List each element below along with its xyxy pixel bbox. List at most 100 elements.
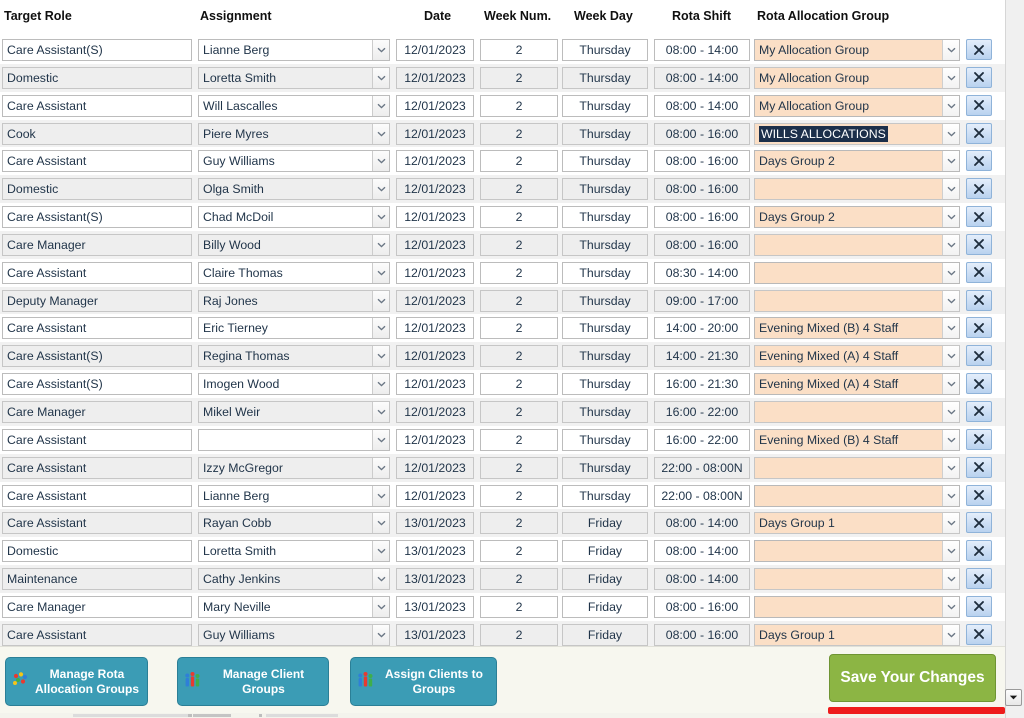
chevron-down-icon[interactable] <box>372 40 389 60</box>
rota-allocation-group-select[interactable]: Days Group 1 <box>754 512 960 535</box>
assignment-select[interactable]: Claire Thomas <box>198 261 390 284</box>
week-num-input[interactable]: 2 <box>480 400 558 423</box>
rota-shift-input[interactable]: 08:00 - 14:00 <box>654 568 750 591</box>
week-day-input[interactable]: Thursday <box>562 261 648 284</box>
target-role-input[interactable]: Cook <box>2 122 192 145</box>
date-input[interactable]: 12/01/2023 <box>396 150 474 173</box>
rota-shift-input[interactable]: 22:00 - 08:00N <box>654 456 750 479</box>
rota-shift-input[interactable]: 16:00 - 22:00 <box>654 400 750 423</box>
date-input[interactable]: 12/01/2023 <box>396 39 474 61</box>
target-role-input[interactable]: Domestic <box>2 178 192 201</box>
delete-row-button[interactable] <box>966 484 992 506</box>
week-num-input[interactable]: 2 <box>480 595 558 618</box>
chevron-down-icon[interactable] <box>372 624 389 645</box>
week-num-input[interactable]: 2 <box>480 456 558 479</box>
chevron-down-icon[interactable] <box>372 262 389 283</box>
delete-row-button[interactable] <box>966 540 992 562</box>
rota-shift-input[interactable]: 08:00 - 16:00 <box>654 233 750 256</box>
chevron-down-icon[interactable] <box>942 346 959 367</box>
target-role-input[interactable]: Care Assistant <box>2 456 192 479</box>
week-day-input[interactable]: Thursday <box>562 150 648 173</box>
chevron-down-icon[interactable] <box>942 207 959 228</box>
chevron-down-icon[interactable] <box>372 374 389 395</box>
week-num-input[interactable]: 2 <box>480 66 558 89</box>
week-day-input[interactable]: Friday <box>562 540 648 563</box>
assignment-select[interactable]: Guy Williams <box>198 623 390 646</box>
rota-shift-input[interactable]: 08:00 - 14:00 <box>654 39 750 61</box>
chevron-down-icon[interactable] <box>942 513 959 534</box>
target-role-input[interactable]: Care Manager <box>2 400 192 423</box>
assignment-select[interactable]: Loretta Smith <box>198 66 390 89</box>
chevron-down-icon[interactable] <box>942 457 959 478</box>
assignment-select[interactable]: Will Lascalles <box>198 94 390 117</box>
week-num-input[interactable]: 2 <box>480 512 558 535</box>
chevron-down-icon[interactable] <box>942 541 959 562</box>
target-role-input[interactable]: Care Assistant(S) <box>2 345 192 368</box>
delete-row-button[interactable] <box>966 345 992 367</box>
chevron-down-icon[interactable] <box>372 457 389 478</box>
chevron-down-icon[interactable] <box>942 429 959 450</box>
delete-row-button[interactable] <box>966 595 992 617</box>
chevron-down-icon[interactable] <box>942 485 959 506</box>
chevron-down-icon[interactable] <box>942 401 959 422</box>
week-day-input[interactable]: Thursday <box>562 178 648 201</box>
date-input[interactable]: 12/01/2023 <box>396 289 474 312</box>
rota-allocation-group-select[interactable] <box>754 261 960 284</box>
week-num-input[interactable]: 2 <box>480 289 558 312</box>
week-day-input[interactable]: Thursday <box>562 345 648 368</box>
rota-allocation-group-select[interactable] <box>754 456 960 479</box>
delete-row-button[interactable] <box>966 94 992 116</box>
assignment-select[interactable]: Imogen Wood <box>198 373 390 396</box>
assignment-select[interactable]: Mikel Weir <box>198 400 390 423</box>
date-input[interactable]: 12/01/2023 <box>396 373 474 396</box>
chevron-down-icon[interactable] <box>942 123 959 144</box>
delete-row-button[interactable] <box>966 512 992 534</box>
week-day-input[interactable]: Thursday <box>562 94 648 117</box>
rota-shift-input[interactable]: 08:00 - 14:00 <box>654 512 750 535</box>
rota-allocation-group-select[interactable]: My Allocation Group <box>754 66 960 89</box>
delete-row-button[interactable] <box>966 400 992 422</box>
week-day-input[interactable]: Thursday <box>562 206 648 229</box>
rota-shift-input[interactable]: 16:00 - 21:30 <box>654 373 750 396</box>
target-role-input[interactable]: Care Assistant <box>2 94 192 117</box>
assignment-select[interactable]: Piere Myres <box>198 122 390 145</box>
assignment-select[interactable]: Rayan Cobb <box>198 512 390 535</box>
rota-shift-input[interactable]: 08:00 - 14:00 <box>654 540 750 563</box>
chevron-down-icon[interactable] <box>942 67 959 88</box>
rota-allocation-group-select[interactable]: Days Group 2 <box>754 150 960 173</box>
week-day-input[interactable]: Thursday <box>562 39 648 61</box>
manage-client-groups-button[interactable]: Manage Client Groups <box>177 657 329 706</box>
week-day-input[interactable]: Thursday <box>562 428 648 451</box>
delete-row-button[interactable] <box>966 317 992 339</box>
week-num-input[interactable]: 2 <box>480 94 558 117</box>
week-num-input[interactable]: 2 <box>480 317 558 340</box>
rota-shift-input[interactable]: 08:00 - 16:00 <box>654 150 750 173</box>
chevron-down-icon[interactable] <box>372 485 389 506</box>
rota-allocation-group-select[interactable]: WILLS ALLOCATIONS <box>754 122 960 145</box>
rota-allocation-group-select[interactable]: My Allocation Group <box>754 94 960 117</box>
target-role-input[interactable]: Deputy Manager <box>2 289 192 312</box>
assignment-select[interactable]: Izzy McGregor <box>198 456 390 479</box>
chevron-down-icon[interactable] <box>372 95 389 116</box>
chevron-down-icon[interactable] <box>942 95 959 116</box>
delete-row-button[interactable] <box>966 373 992 395</box>
target-role-input[interactable]: Care Assistant <box>2 428 192 451</box>
target-role-input[interactable]: Care Assistant <box>2 317 192 340</box>
chevron-down-icon[interactable] <box>942 179 959 200</box>
rota-shift-input[interactable]: 08:00 - 16:00 <box>654 623 750 646</box>
target-role-input[interactable]: Care Assistant <box>2 261 192 284</box>
rota-allocation-group-select[interactable] <box>754 484 960 507</box>
chevron-down-icon[interactable] <box>372 67 389 88</box>
week-day-input[interactable]: Thursday <box>562 484 648 507</box>
target-role-input[interactable]: Domestic <box>2 66 192 89</box>
rota-shift-input[interactable]: 08:00 - 14:00 <box>654 94 750 117</box>
assignment-select[interactable]: Cathy Jenkins <box>198 568 390 591</box>
delete-row-button[interactable] <box>966 39 992 60</box>
rota-shift-input[interactable]: 08:00 - 16:00 <box>654 178 750 201</box>
date-input[interactable]: 13/01/2023 <box>396 623 474 646</box>
delete-row-button[interactable] <box>966 568 992 590</box>
chevron-down-icon[interactable] <box>372 541 389 562</box>
date-input[interactable]: 12/01/2023 <box>396 122 474 145</box>
delete-row-button[interactable] <box>966 150 992 172</box>
rota-allocation-group-select[interactable] <box>754 289 960 312</box>
